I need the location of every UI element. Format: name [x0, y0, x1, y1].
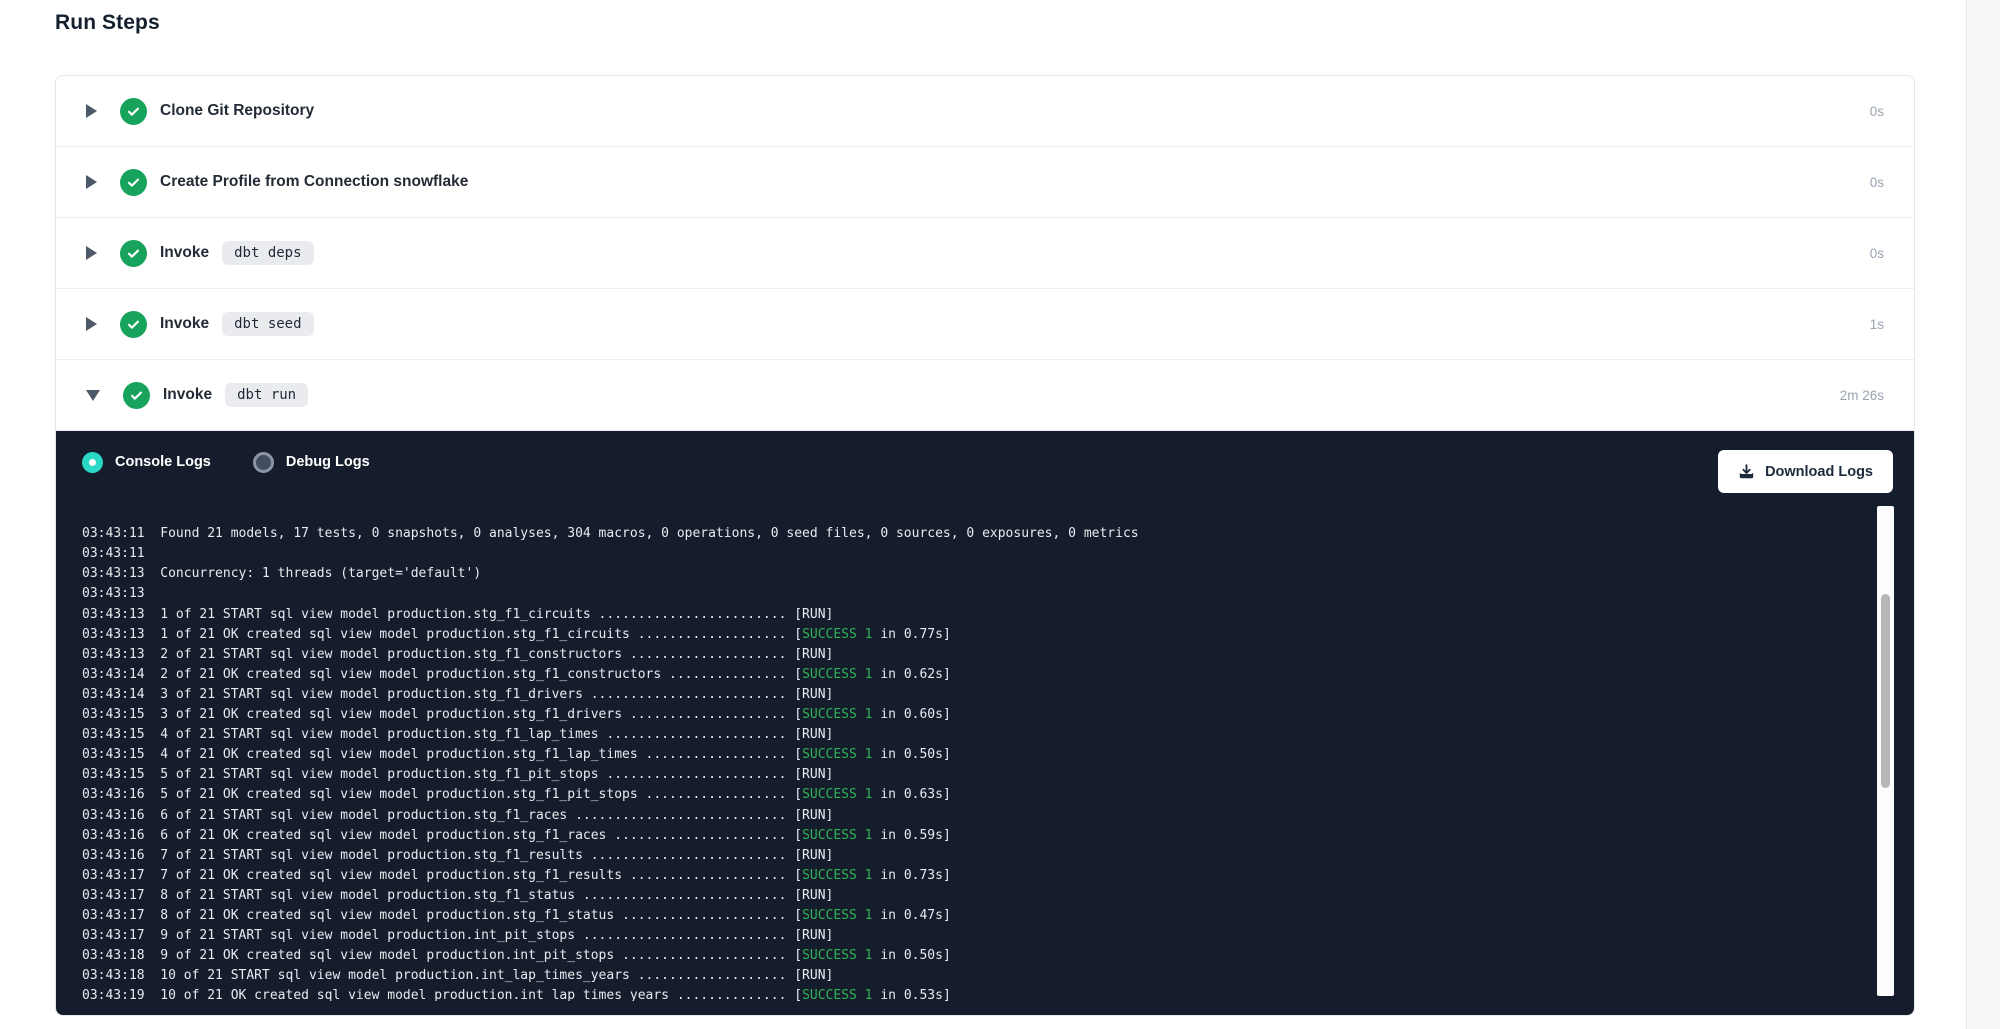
- log-success-status: SUCCESS 1: [802, 667, 872, 682]
- console-logs-label: Console Logs: [115, 454, 211, 470]
- page-title: Run Steps: [55, 11, 160, 35]
- success-check-icon: [123, 382, 150, 409]
- log-controls: Console Logs Debug Logs Download Logs: [56, 431, 1914, 493]
- radio-console-logs[interactable]: Console Logs: [82, 452, 211, 473]
- step-command-badge: dbt seed: [222, 312, 313, 336]
- step-duration: 0s: [1870, 246, 1884, 261]
- log-line: 03:43:15 4 of 21 START sql view model pr…: [82, 725, 1869, 745]
- step-row[interactable]: Invoke dbt seed 1s: [56, 289, 1914, 360]
- log-line: 03:43:17 9 of 21 START sql view model pr…: [82, 926, 1869, 946]
- step-label: Create Profile from Connection snowflake: [160, 173, 468, 191]
- run-steps-card: Clone Git Repository0sCreate Profile fro…: [55, 75, 1915, 1016]
- log-panel: Console Logs Debug Logs Download Logs 03…: [56, 431, 1914, 1015]
- step-row[interactable]: Invoke dbt run 2m 26s: [56, 360, 1914, 431]
- chevron-right-icon[interactable]: [86, 104, 97, 118]
- step-duration: 2m 26s: [1840, 388, 1884, 403]
- log-line: 03:43:18 10 of 21 START sql view model p…: [82, 966, 1869, 986]
- success-check-icon: [120, 98, 147, 125]
- step-rows-container: Clone Git Repository0sCreate Profile fro…: [56, 76, 1914, 431]
- radio-selected-icon[interactable]: [82, 452, 103, 473]
- log-success-status: SUCCESS 1: [802, 868, 872, 883]
- log-success-status: SUCCESS 1: [802, 828, 872, 843]
- success-check-icon: [120, 311, 147, 338]
- console-log-output: 03:43:11 Found 21 models, 17 tests, 0 sn…: [82, 493, 1869, 1001]
- log-success-status: SUCCESS 1: [802, 747, 872, 762]
- log-success-status: SUCCESS 1: [802, 627, 872, 642]
- log-line: 03:43:16 5 of 21 OK created sql view mod…: [82, 785, 1869, 805]
- log-line: 03:43:16 6 of 21 OK created sql view mod…: [82, 826, 1869, 846]
- log-success-status: SUCCESS 1: [802, 908, 872, 923]
- log-line: 03:43:11: [82, 544, 1869, 564]
- log-line: 03:43:19 10 of 21 OK created sql view mo…: [82, 986, 1869, 1001]
- log-line: 03:43:13 2 of 21 START sql view model pr…: [82, 645, 1869, 665]
- download-logs-label: Download Logs: [1765, 464, 1873, 480]
- page-right-gutter: [1966, 0, 2000, 1029]
- log-success-status: SUCCESS 1: [802, 787, 872, 802]
- chevron-right-icon[interactable]: [86, 317, 97, 331]
- step-command-badge: dbt run: [225, 383, 308, 407]
- log-success-status: SUCCESS 1: [802, 988, 872, 1001]
- log-line: 03:43:13 Concurrency: 1 threads (target=…: [82, 564, 1869, 584]
- chevron-right-icon[interactable]: [86, 246, 97, 260]
- step-row[interactable]: Clone Git Repository 0s: [56, 76, 1914, 147]
- step-command-badge: dbt deps: [222, 241, 313, 265]
- log-line: 03:43:13 1 of 21 OK created sql view mod…: [82, 625, 1869, 645]
- log-line: 03:43:11 Found 21 models, 17 tests, 0 sn…: [82, 524, 1869, 544]
- radio-unselected-icon[interactable]: [253, 452, 274, 473]
- chevron-right-icon[interactable]: [86, 175, 97, 189]
- download-icon: [1738, 463, 1755, 480]
- log-line: 03:43:14 2 of 21 OK created sql view mod…: [82, 665, 1869, 685]
- step-label: Invoke: [163, 386, 212, 404]
- log-line: 03:43:16 7 of 21 START sql view model pr…: [82, 846, 1869, 866]
- log-line: 03:43:15 3 of 21 OK created sql view mod…: [82, 705, 1869, 725]
- log-line: 03:43:13 1 of 21 START sql view model pr…: [82, 605, 1869, 625]
- step-duration: 1s: [1870, 317, 1884, 332]
- step-label: Invoke: [160, 315, 209, 333]
- step-label: Clone Git Repository: [160, 102, 314, 120]
- success-check-icon: [120, 240, 147, 267]
- chevron-down-icon[interactable]: [86, 390, 100, 401]
- log-line: 03:43:17 8 of 21 OK created sql view mod…: [82, 906, 1869, 926]
- debug-logs-label: Debug Logs: [286, 454, 370, 470]
- step-row[interactable]: Invoke dbt deps 0s: [56, 218, 1914, 289]
- log-line: 03:43:17 8 of 21 START sql view model pr…: [82, 886, 1869, 906]
- log-line: 03:43:16 6 of 21 START sql view model pr…: [82, 806, 1869, 826]
- log-lines: 03:43:11 Found 21 models, 17 tests, 0 sn…: [82, 524, 1869, 1001]
- step-row[interactable]: Create Profile from Connection snowflake…: [56, 147, 1914, 218]
- step-duration: 0s: [1870, 104, 1884, 119]
- step-duration: 0s: [1870, 175, 1884, 190]
- log-success-status: SUCCESS 1: [802, 948, 872, 963]
- log-line: 03:43:17 7 of 21 OK created sql view mod…: [82, 866, 1869, 886]
- log-line: 03:43:15 5 of 21 START sql view model pr…: [82, 765, 1869, 785]
- log-line: 03:43:13: [82, 584, 1869, 604]
- step-label: Invoke: [160, 244, 209, 262]
- download-logs-button[interactable]: Download Logs: [1718, 450, 1893, 493]
- log-scrollbar-thumb[interactable]: [1881, 594, 1890, 788]
- log-line: 03:43:15 4 of 21 OK created sql view mod…: [82, 745, 1869, 765]
- log-line: 03:43:14 3 of 21 START sql view model pr…: [82, 685, 1869, 705]
- log-scrollbar-track[interactable]: [1877, 506, 1894, 996]
- log-success-status: SUCCESS 1: [802, 707, 872, 722]
- success-check-icon: [120, 169, 147, 196]
- log-line: 03:43:18 9 of 21 OK created sql view mod…: [82, 946, 1869, 966]
- radio-debug-logs[interactable]: Debug Logs: [253, 452, 370, 473]
